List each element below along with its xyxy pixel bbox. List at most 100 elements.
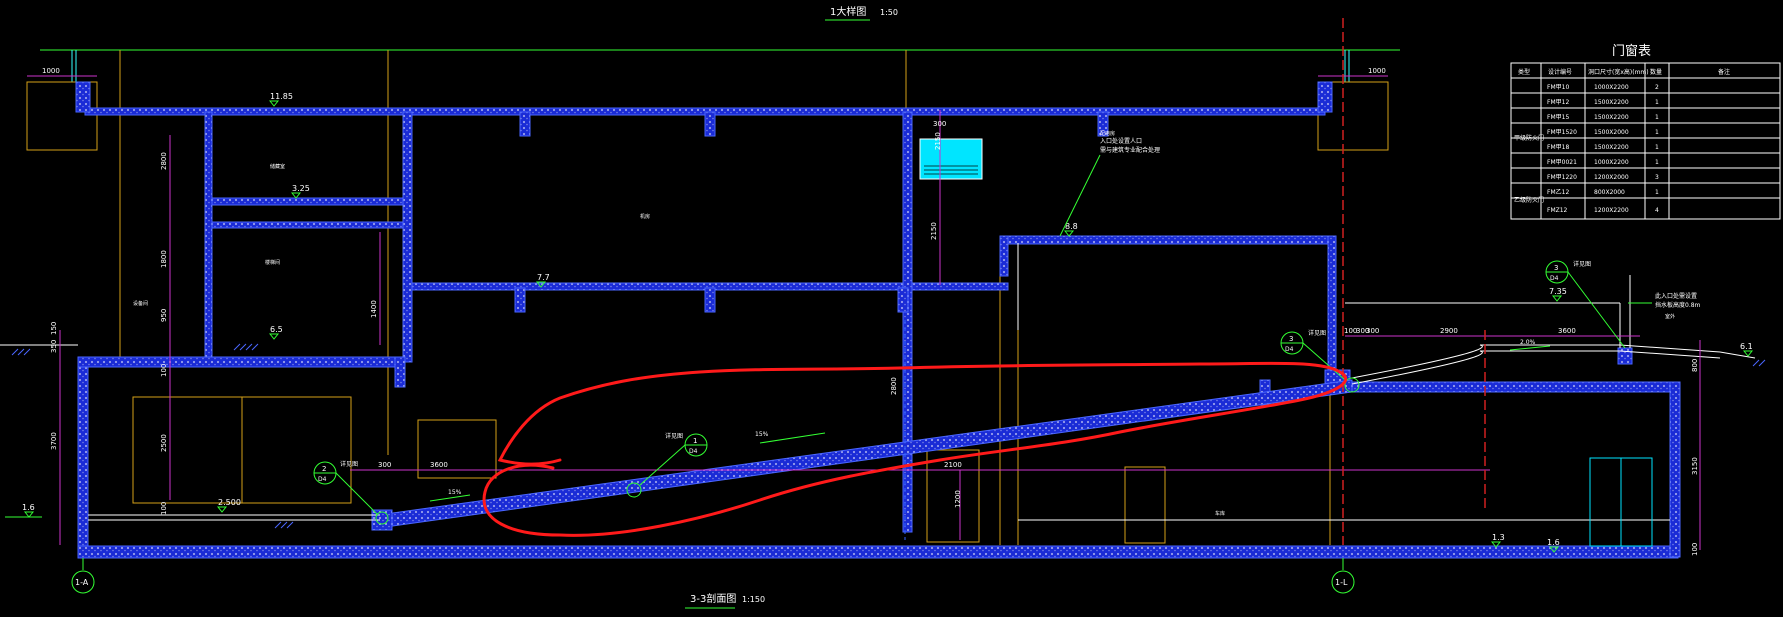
door-table: 门窗表 类型 设计编号 洞口尺寸(宽x高)(mm) 数量 备注 甲级防火门 乙级… [1510,43,1781,220]
right-note-line: 此入口处需设置 [1655,292,1697,300]
callout-num: 2 [322,465,326,473]
grid-axis-a-label: 1-A [75,578,89,587]
table-cell: 1 [1655,129,1659,136]
callout-sheet: D4 [689,448,698,455]
grid-axis-l-label: 1-L [1335,578,1348,587]
room-label: 机房 [640,213,650,220]
dim-text: 2150 [934,132,942,150]
table-cell: FM甲18 [1547,144,1569,151]
elevation-label: 6.5 [270,325,283,334]
bottom-title-label: 3-3剖面图 [690,592,736,605]
table-cell: FM甲1520 [1547,129,1577,136]
table-header: 数量 [1650,68,1662,76]
dim-text: 150 [50,322,58,335]
table-header: 设计编号 [1548,68,1572,76]
table-cell: 1500X2200 [1594,114,1629,121]
table-cell: 1 [1655,159,1659,166]
table-cell: 1 [1655,144,1659,151]
dimension-texts: 1000 1000 300 2800 1800 950 100 2500 100… [42,67,1699,556]
table-cell: 1500X2200 [1594,99,1629,106]
dim-text: 1200 [954,490,962,508]
elevation-label: 6.1 [1740,342,1753,351]
callout-label: 详见图 [1308,329,1326,337]
dim-text: 950 [160,309,168,322]
elevation-triangles [5,100,1754,553]
table-cell: 1200X2200 [1594,207,1629,214]
table-header: 类型 [1518,68,1530,76]
table-cell: 1 [1655,189,1659,196]
table-header: 洞口尺寸(宽x高)(mm) [1588,68,1649,76]
top-title-label: 1大样图 [830,5,866,18]
table-cell: 1200X2000 [1594,174,1629,181]
table-cell: 1500X2200 [1594,144,1629,151]
dim-text: 2900 [1440,327,1458,335]
callout-label: 详见图 [1573,260,1591,268]
table-cell: FM甲0021 [1547,159,1577,166]
dim-text: 3600 [1558,327,1576,335]
leader-note-line: 入口处设置人口 [1100,137,1142,145]
door-table-title: 门窗表 [1612,43,1651,59]
dim-text: 1000 [42,67,60,75]
elevation-label: 8.8 [1065,222,1078,231]
dim-text: 2100 [944,461,962,469]
callout-label: 详见图 [340,460,358,468]
table-header: 备注 [1718,68,1730,76]
dim-text: 3600 [430,461,448,469]
room-label: 车库 [1215,510,1225,517]
room-label: 储藏室 [270,163,285,170]
table-cell: 1 [1655,99,1659,106]
section-drawing: 1大样图 1:50 1-A 1-L 11.85 3.25 7.7 6.5 8.8… [0,5,1781,609]
elevation-label: 2.500 [218,498,241,507]
table-cell: 1000X2200 [1594,159,1629,166]
leader-note-line: 需与建筑专业配合处理 [1100,146,1160,154]
table-cell: FM甲10 [1547,84,1569,91]
concrete-walls [75,81,1681,559]
ramp-slab [377,379,1353,529]
dim-text: 3700 [50,432,58,450]
slope-labels: 15% 15% 2.0% [448,339,1536,496]
table-cell: 1500X2000 [1594,129,1629,136]
table-group: 乙级防火门 [1514,196,1544,204]
room-label: 设备间 [133,300,148,307]
dim-text: 1400 [370,300,378,318]
glazing-window [919,138,983,180]
elevation-marks: 11.85 3.25 7.7 6.5 8.8 2.500 1.6 7.35 6.… [22,92,1753,547]
table-cell: 1 [1655,114,1659,121]
dim-text: 2800 [160,152,168,170]
table-cell: 3 [1655,174,1659,181]
callout-sheet: D4 [318,476,327,483]
grid-axis-l: 1-L [1331,558,1355,594]
table-cell: 1000X2200 [1594,84,1629,91]
table-cell: FM甲1220 [1547,174,1577,181]
elevation-label: 11.85 [270,92,293,101]
slope-label: 15% [448,489,462,496]
table-cell: FMZ12 [1547,207,1568,214]
table-cell: 800X2000 [1594,189,1625,196]
table-group: 甲级防火门 [1514,134,1544,142]
dim-text: 2150 [930,222,938,240]
top-title: 1大样图 1:50 [825,5,898,21]
dim-text: 100 [160,364,168,377]
callout-label: 详见图 [665,432,683,440]
dim-text: 3150 [1691,457,1699,475]
callout-sheet: D4 [1285,346,1294,353]
grid-axis-a: 1-A [71,558,95,594]
dim-text: 100 [160,502,168,515]
dimension-lines [27,75,1701,550]
dim-text: 300 [378,461,391,469]
callout-sheet: D4 [1550,275,1559,282]
room-label: 室外 [1665,313,1675,320]
right-note: 此入口处需设置 挡水板高度0.8m [1628,292,1701,309]
elevation-label: 7.35 [1549,287,1567,296]
table-cell: 4 [1655,207,1659,214]
table-cell: 2 [1655,84,1659,91]
elevation-label: 1.6 [1547,538,1560,547]
bottom-title-scale: 1:150 [742,595,765,604]
slope-label: 15% [755,431,769,438]
callout-num: 3 [1554,264,1558,272]
ground-symbols [11,343,1766,529]
table-cell: FM甲15 [1547,114,1569,121]
elevation-label: 7.7 [537,273,550,282]
right-note-line: 挡水板高度0.8m [1655,301,1701,309]
dim-text: 100 [1344,327,1357,335]
